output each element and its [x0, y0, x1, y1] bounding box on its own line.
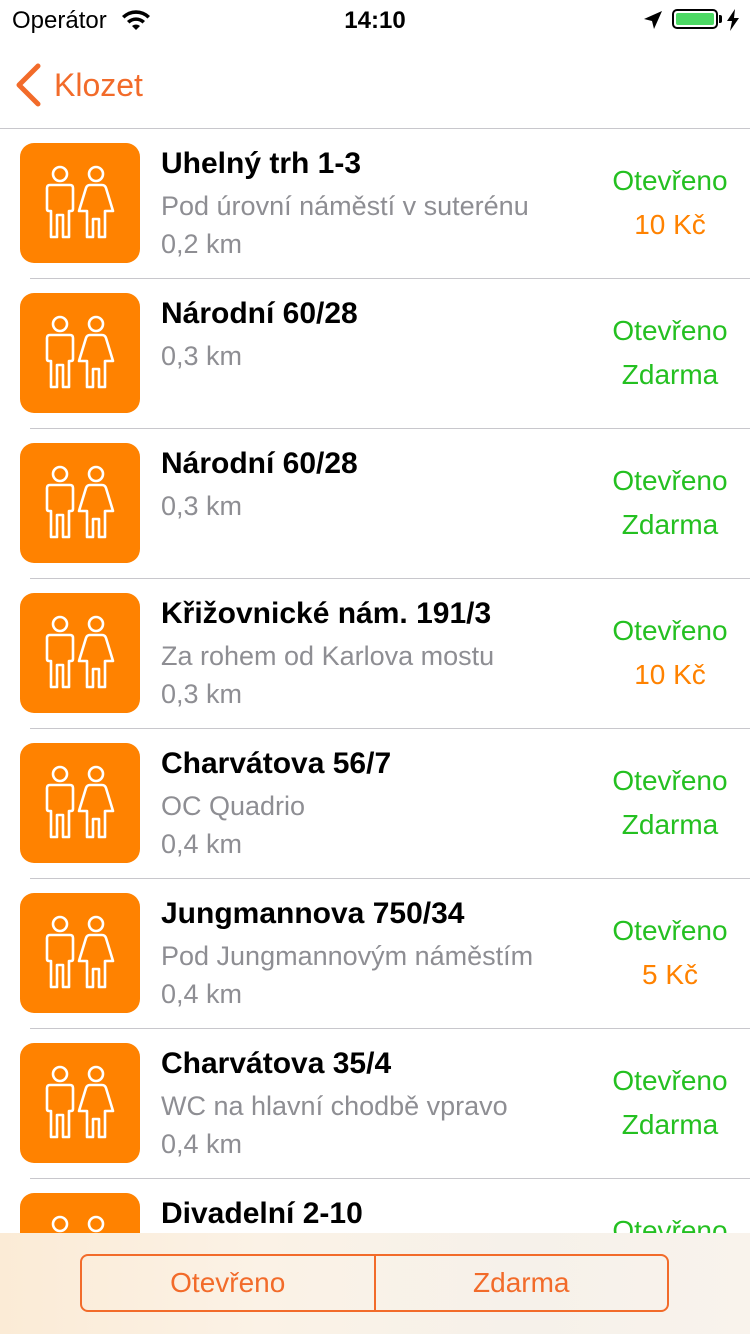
- open-status: Otevřeno: [612, 915, 728, 946]
- open-status: Otevřeno: [612, 1215, 728, 1233]
- open-status: Otevřeno: [612, 165, 728, 196]
- location-arrow-icon: [644, 11, 662, 29]
- toilet-distance: 0,2 km: [161, 229, 243, 259]
- toilet-icon: [45, 465, 115, 539]
- toilet-icon: [51, 1215, 105, 1233]
- toilet-distance: 0,4 km: [161, 829, 243, 859]
- toilet-description: OC Quadrio: [161, 791, 306, 821]
- toilet-price: 10 Kč: [634, 659, 706, 690]
- toilet-icon: [45, 915, 115, 989]
- toilet-list-item[interactable]: Divadelní 2-10 Otevřeno: [0, 1179, 750, 1233]
- toilet-price: 10 Kč: [634, 209, 706, 240]
- toilet-list-item[interactable]: Uhelný trh 1-3 Pod úrovní náměstí v suter…: [0, 129, 750, 279]
- filter-open-button[interactable]: Otevřeno: [82, 1256, 374, 1310]
- toilet-icon-tile: [20, 443, 140, 563]
- battery-icon: [672, 9, 718, 29]
- toilet-list-item[interactable]: Charvátova 35/4 WC na hlavní chodbě vprav…: [0, 1029, 750, 1179]
- toilet-description: Pod Jungmannovým náměstím: [161, 941, 534, 971]
- toilet-list-item[interactable]: Charvátova 56/7 OC Quadrio 0,4 km Otevřeno Z…: [0, 729, 750, 879]
- toilet-description: Za rohem od Karlova mostu: [161, 641, 495, 671]
- toilet-icon-tile: [20, 1193, 140, 1233]
- toilet-distance: 0,4 km: [161, 979, 243, 1009]
- toilet-list[interactable]: Uhelný trh 1-3 Pod úrovní náměstí v suter…: [0, 129, 750, 1233]
- open-status: Otevřeno: [612, 765, 728, 796]
- chevron-left-icon: [16, 63, 41, 107]
- toilet-description: Pod úrovní náměstí v suterénu: [161, 191, 529, 221]
- toilet-icon: [45, 315, 115, 389]
- open-status: Otevřeno: [612, 615, 728, 646]
- toilet-icon-tile: [20, 593, 140, 713]
- toilet-icon-tile: [20, 1043, 140, 1163]
- toilet-list-item[interactable]: Jungmannova 750/34 Pod Jungmannovým náměs…: [0, 879, 750, 1029]
- toilet-address: Národní 60/28: [161, 447, 358, 480]
- status-bar: Operátor 14:10: [0, 0, 750, 40]
- clock: 14:10: [344, 7, 406, 34]
- toilet-description: WC na hlavní chodbě vpravo: [161, 1091, 508, 1121]
- toilet-list-item[interactable]: Národní 60/28 0,3 km Otevřeno Zdarma: [0, 429, 750, 579]
- toilet-list-item[interactable]: Křižovnické nám. 191/3 Za rohem od Karlov…: [0, 579, 750, 729]
- toilet-distance: 0,3 km: [161, 679, 243, 709]
- toilet-address: Národní 60/28: [161, 297, 358, 330]
- open-status: Otevřeno: [612, 465, 728, 496]
- toilet-address: Jungmannova 750/34: [161, 897, 465, 930]
- toilet-list-item[interactable]: Národní 60/28 0,3 km Otevřeno Zdarma: [0, 279, 750, 429]
- battery-fill: [676, 13, 714, 25]
- back-button[interactable]: Klozet: [14, 62, 143, 108]
- open-status: Otevřeno: [612, 315, 728, 346]
- toilet-distance: 0,3 km: [161, 491, 243, 521]
- filter-bar: Otevřeno Zdarma: [0, 1233, 750, 1334]
- toilet-icon-tile: [20, 143, 140, 263]
- toilet-icon: [45, 765, 115, 839]
- battery-tip: [719, 15, 722, 23]
- toilet-icon: [45, 165, 115, 239]
- toilet-address: Křižovnické nám. 191/3: [161, 597, 492, 630]
- filter-free-button[interactable]: Zdarma: [373, 1256, 668, 1310]
- toilet-icon-tile: [20, 893, 140, 1013]
- open-status: Otevřeno: [612, 1065, 728, 1096]
- toilet-price: Zdarma: [621, 359, 719, 390]
- toilet-distance: 0,3 km: [161, 341, 243, 371]
- toilet-icon-tile: [20, 743, 140, 863]
- toilet-address: Divadelní 2-10: [161, 1197, 363, 1230]
- filter-segmented-control: Otevřeno Zdarma: [80, 1254, 669, 1312]
- toilet-address: Uhelný trh 1-3: [161, 147, 362, 180]
- back-button-label: Klozet: [54, 66, 143, 103]
- toilet-price: Zdarma: [621, 809, 719, 840]
- toilet-price: Zdarma: [621, 1109, 719, 1140]
- toilet-icon: [45, 1065, 115, 1139]
- toilet-distance: 0,4 km: [161, 1129, 243, 1159]
- navigation-bar: Klozet: [0, 40, 750, 129]
- toilet-address: Charvátova 56/7: [161, 747, 392, 780]
- toilet-icon: [45, 615, 115, 689]
- toilet-icon-tile: [20, 293, 140, 413]
- charging-bolt-icon: [727, 9, 739, 31]
- toilet-address: Charvátova 35/4: [161, 1047, 392, 1080]
- toilet-price: 5 Kč: [641, 959, 699, 990]
- toilet-price: Zdarma: [621, 509, 719, 540]
